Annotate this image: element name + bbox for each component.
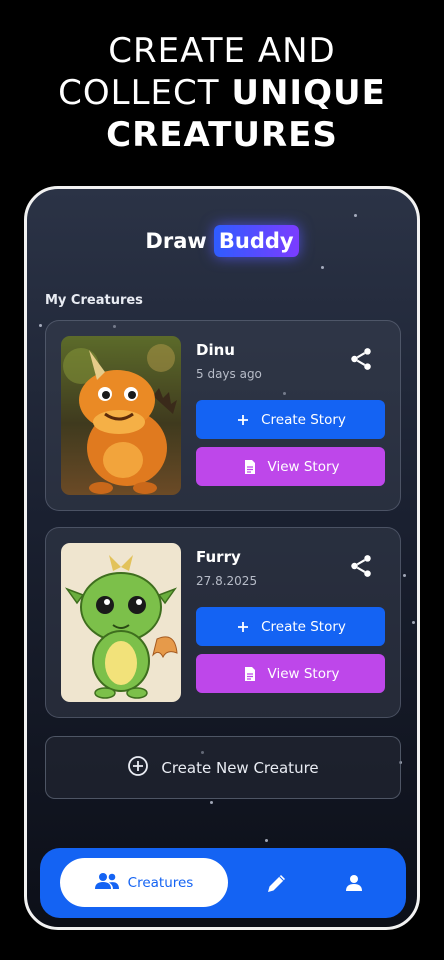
logo-buddy-badge: Buddy [213, 225, 299, 257]
create-story-button[interactable]: Create Story [196, 607, 385, 646]
plus-icon [235, 412, 251, 428]
star-decoration [39, 324, 42, 327]
star-decoration [321, 266, 324, 269]
star-decoration [265, 839, 268, 842]
pencil-icon[interactable] [265, 871, 289, 895]
share-icon[interactable] [348, 346, 374, 372]
plus-icon [235, 619, 251, 635]
promo-line-2-bold: UNIQUE [231, 73, 386, 113]
promo-line-3: CREATURES [106, 115, 338, 155]
creature-date: 27.8.2025 [196, 574, 258, 588]
promo-line-1: CREATE AND [108, 31, 336, 71]
creature-name: Furry [196, 548, 241, 566]
star-decoration [354, 214, 357, 217]
view-story-button[interactable]: View Story [196, 654, 385, 693]
document-icon [242, 459, 258, 475]
creature-card[interactable]: Dinu 5 days ago Create Story View Story [45, 320, 401, 511]
create-story-label: Create Story [261, 618, 346, 635]
person-icon[interactable] [342, 871, 366, 895]
app-logo: Draw Buddy [27, 225, 417, 257]
view-story-button[interactable]: View Story [196, 447, 385, 486]
promo-headline: CREATE AND COLLECT UNIQUE CREATURES [0, 30, 444, 156]
section-title: My Creatures [45, 293, 143, 308]
create-story-label: Create Story [261, 411, 346, 428]
star-decoration [210, 801, 213, 804]
document-icon [242, 666, 258, 682]
view-story-label: View Story [267, 665, 340, 682]
create-new-creature-label: Create New Creature [161, 758, 319, 777]
nav-tab-creatures[interactable]: Creatures [60, 858, 228, 907]
view-story-label: View Story [267, 458, 340, 475]
add-circle-icon [127, 755, 149, 781]
logo-draw-text: Draw [145, 229, 207, 253]
promo-line-2: COLLECT UNIQUE [0, 72, 444, 114]
creature-image-dinu[interactable] [61, 336, 181, 495]
star-decoration [412, 621, 415, 624]
bottom-nav: Creatures [40, 848, 406, 918]
creature-date: 5 days ago [196, 367, 262, 381]
star-decoration [403, 574, 406, 577]
create-story-button[interactable]: Create Story [196, 400, 385, 439]
nav-tab-creatures-label: Creatures [127, 874, 194, 891]
create-new-creature-button[interactable]: Create New Creature [45, 736, 401, 799]
creature-name: Dinu [196, 341, 235, 359]
people-icon [94, 872, 119, 894]
phone-frame: Draw Buddy My Creatures Dinu 5 days ago … [24, 186, 420, 930]
creature-image-furry[interactable] [61, 543, 181, 702]
creature-card[interactable]: Furry 27.8.2025 Create Story View Story [45, 527, 401, 718]
share-icon[interactable] [348, 553, 374, 579]
promo-line-2-regular: COLLECT [58, 73, 232, 113]
